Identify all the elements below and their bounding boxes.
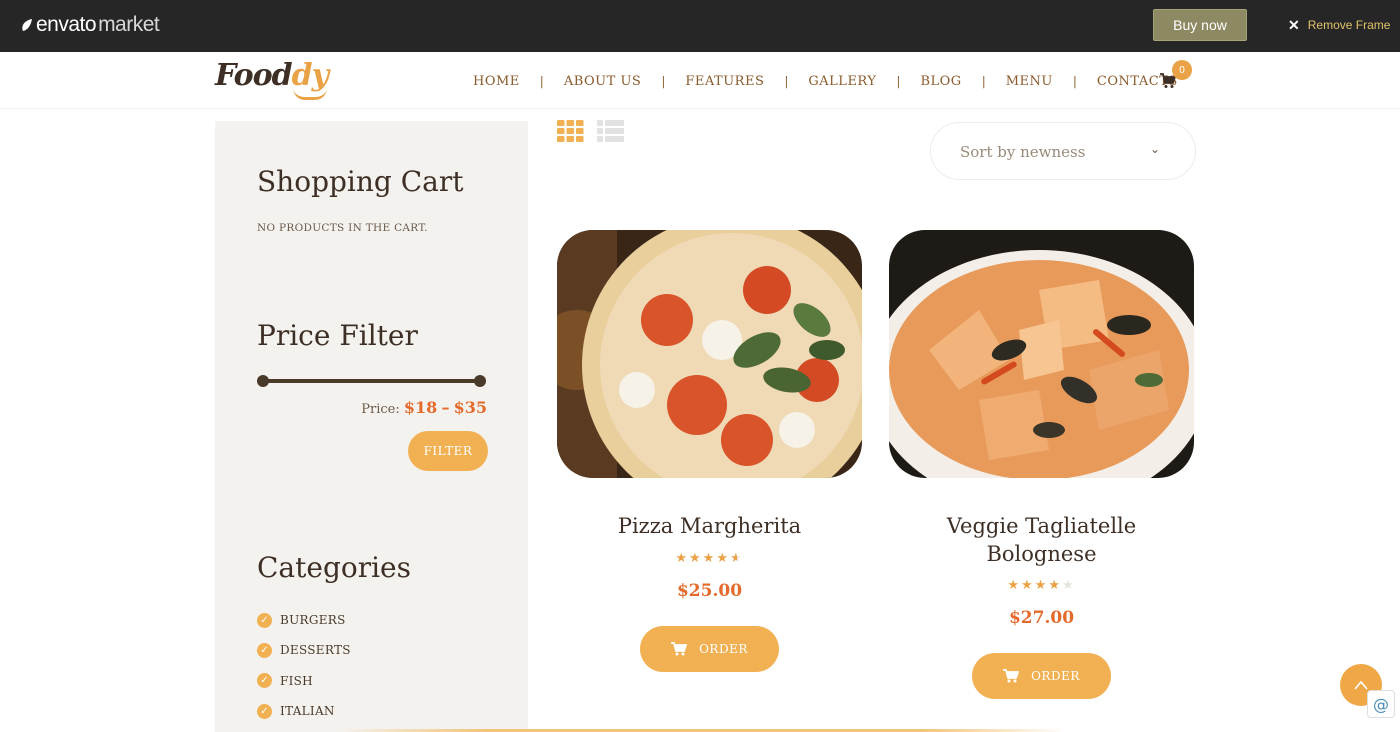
cart-count-badge: 0 [1172,60,1192,80]
price-slider-min-handle[interactable] [257,375,269,387]
category-item-desserts[interactable]: ✓ DESSERTS [257,635,351,665]
category-label: BURGERS [280,613,346,628]
nav-separator: | [784,74,789,88]
product-price: $27.00 [1008,608,1075,628]
product-title-line2[interactable]: Bolognese [889,540,1194,568]
product-title[interactable]: Veggie Tagliatelle [889,512,1194,540]
star-icon: ★ [1034,578,1049,593]
star-empty-icon: ★ [1061,578,1076,593]
nav-item-home[interactable]: HOME [473,74,520,89]
check-circle-icon: ✓ [257,642,272,658]
check-circle-icon: ✓ [257,703,272,719]
shopping-cart-title: Shopping Cart [257,165,464,198]
product-rating: ★★★★★ [557,551,862,566]
price-label: Price: [361,402,400,417]
product-price: $25.00 [676,581,743,601]
category-list: ✓ BURGERS ✓ DESSERTS ✓ FISH ✓ ITALIAN [257,605,351,726]
order-button[interactable]: ORDER [640,626,779,672]
category-label: DESSERTS [280,643,351,658]
price-min-value: $18 [403,398,438,417]
remove-frame-label: Remove Frame [1307,18,1391,32]
star-icon: ★ [675,551,690,566]
cart-icon [671,642,688,656]
nav-item-menu[interactable]: MENU [1006,74,1053,89]
sort-select[interactable]: Sort by newness ⌄ [930,122,1196,180]
logo-smile-swoosh [293,88,327,100]
envato-top-bar: envato market Buy now ✕ Remove Frame [0,0,1400,52]
empty-cart-message: NO PRODUCTS IN THE CART. [257,222,428,234]
star-icon: ★ [1021,578,1035,593]
star-icon: ★ [1048,578,1062,593]
arrow-up-icon [1354,680,1368,690]
star-icon: ★ [1007,578,1022,593]
contact-widget-icon[interactable]: @ [1367,690,1395,718]
envato-market-logo[interactable]: envato market [20,12,160,38]
nav-separator: | [981,74,986,88]
close-icon: ✕ [1288,16,1300,33]
nav-item-features[interactable]: FEATURES [685,74,764,89]
price-dash: – [441,398,450,417]
price-range-readout: Price: $18 – $35 [361,398,487,417]
product-image-tagliatelle[interactable] [889,230,1194,478]
shop-sidebar: Shopping Cart NO PRODUCTS IN THE CART. P… [215,121,528,732]
nav-item-gallery[interactable]: GALLERY [808,74,876,89]
star-icon: ★ [716,551,730,566]
price-max-value: $35 [453,398,487,417]
main-navigation: HOME | ABOUT US | FEATURES | GALLERY | BLOG | MENU… [473,72,1178,90]
product-image-pizza[interactable] [557,230,862,478]
site-logo[interactable]: Fooddy [215,58,335,106]
category-label: ITALIAN [280,704,335,719]
order-button-label: ORDER [699,642,748,656]
logo-text-primary: Food [215,58,293,93]
nav-separator: | [539,74,544,88]
product-title[interactable]: Pizza Margherita [557,512,862,540]
buy-now-button[interactable]: Buy now [1153,9,1247,41]
price-slider-track[interactable] [262,379,480,383]
category-item-burgers[interactable]: ✓ BURGERS [257,605,351,635]
category-item-italian[interactable]: ✓ ITALIAN [257,696,351,726]
check-circle-icon: ✓ [257,612,272,628]
order-button[interactable]: ORDER [972,653,1111,699]
price-filter-title: Price Filter [257,319,418,352]
product-card: Veggie Tagliatelle Bolognese ★★★★★ $27.0… [889,230,1194,710]
product-card: Pizza Margherita ★★★★★ $25.00 ORDER [557,230,862,680]
category-label: FISH [280,673,313,688]
order-button-label: ORDER [1031,669,1080,683]
list-view-icon[interactable] [597,120,624,142]
nav-item-about-us[interactable]: ABOUT US [564,74,641,89]
check-circle-icon: ✓ [257,673,272,689]
star-half-icon: ★ [729,551,744,566]
filter-button[interactable]: FILTER [408,431,488,471]
envato-leaf-icon [22,19,32,31]
envato-brand-suffix: market [98,13,160,36]
nav-item-blog[interactable]: BLOG [920,74,961,89]
star-icon: ★ [689,551,703,566]
price-slider-max-handle[interactable] [474,375,486,387]
nav-separator: | [661,74,666,88]
site-header: Fooddy HOME | ABOUT US | FEATURES | GALLERY | BL… [0,52,1400,109]
remove-frame-link[interactable]: ✕ Remove Frame [1288,16,1390,34]
star-icon: ★ [702,551,717,566]
nav-separator: | [1072,74,1077,88]
chevron-down-icon: ⌄ [1150,142,1161,156]
product-rating: ★★★★★ [889,578,1194,593]
nav-separator: | [896,74,901,88]
category-item-fish[interactable]: ✓ FISH [257,666,351,696]
cart-icon [1003,669,1020,683]
grid-view-icon[interactable] [557,120,584,142]
sort-select-value: Sort by newness [960,143,1086,161]
categories-title: Categories [257,551,411,584]
envato-brand-text: envato [36,13,97,36]
